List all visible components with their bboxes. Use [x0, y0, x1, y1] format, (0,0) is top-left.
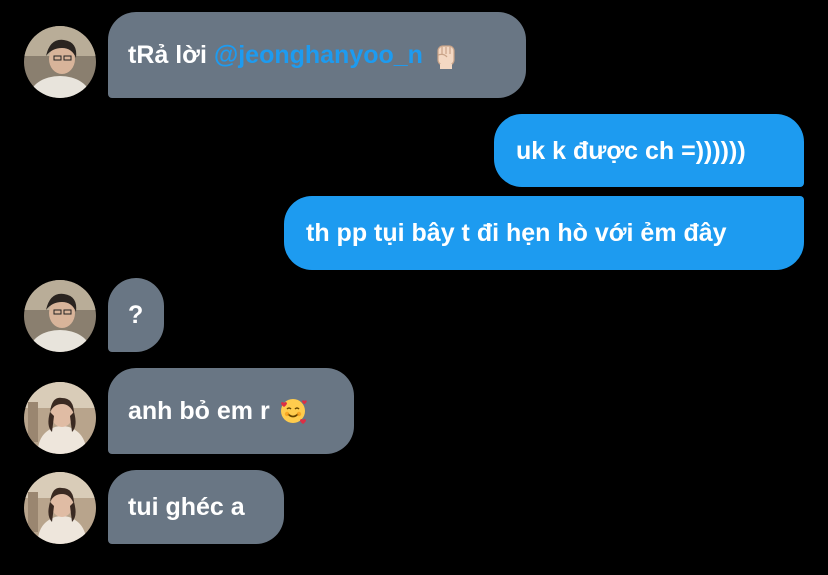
message-bubble-4[interactable]: ?	[108, 278, 164, 352]
mention-link[interactable]: @jeonghanyoo_n	[214, 40, 423, 70]
raised-fist-icon	[431, 40, 461, 70]
avatar-other-b[interactable]	[24, 382, 96, 454]
message-text: th pp tụi bây t đi hẹn hò với ẻm đây	[306, 219, 727, 247]
smiling-face-with-hearts-icon	[278, 396, 308, 426]
message-bubble-6[interactable]: tui ghéc a	[108, 470, 284, 544]
message-text: anh bỏ em r	[128, 397, 270, 425]
avatar-other-a[interactable]	[24, 26, 96, 98]
avatar-other-a[interactable]	[24, 280, 96, 352]
message-bubble-5[interactable]: anh bỏ em r	[108, 368, 354, 454]
message-bubble-3[interactable]: th pp tụi bây t đi hẹn hò với ẻm đây	[284, 196, 804, 270]
message-text: tui ghéc a	[128, 493, 245, 521]
reply-text: tRả lời	[128, 41, 214, 69]
message-bubble-2[interactable]: uk k được ch =))))))	[494, 114, 804, 187]
message-bubble-1[interactable]: tRả lời @jeonghanyoo_n	[108, 12, 526, 98]
avatar-other-b[interactable]	[24, 472, 96, 544]
message-text: uk k được ch =))))))	[516, 136, 746, 165]
message-text: ?	[128, 301, 144, 329]
